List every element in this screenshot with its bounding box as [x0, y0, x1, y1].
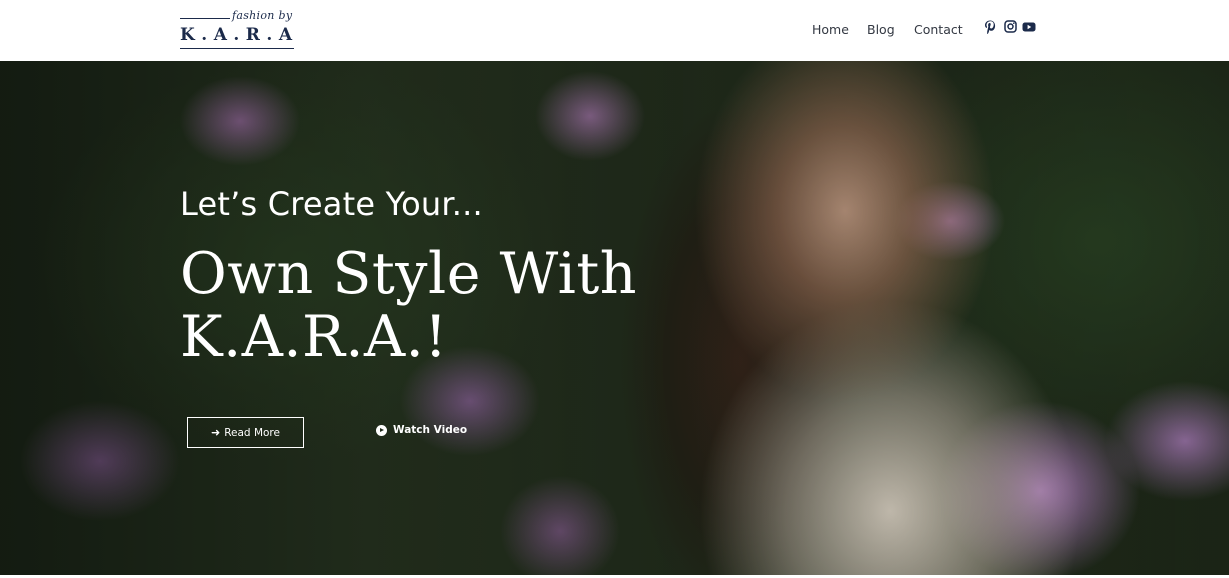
- read-more-button[interactable]: ➜ Read More: [187, 417, 304, 448]
- pinterest-icon[interactable]: [984, 20, 998, 35]
- watch-video-button[interactable]: Watch Video: [376, 424, 467, 436]
- logo-wordmark: K.A.R.A: [180, 25, 299, 45]
- logo-underline: [180, 48, 294, 49]
- arrow-right-icon: ➜: [211, 426, 221, 439]
- hero-title: Own Style With K.A.R.A.!: [180, 241, 638, 370]
- watch-video-label: Watch Video: [393, 424, 468, 436]
- nav-link-blog[interactable]: Blog: [867, 22, 895, 37]
- logo-divider: [180, 18, 230, 19]
- brand-logo[interactable]: fashion by K.A.R.A: [180, 9, 296, 51]
- nav-link-contact[interactable]: Contact: [914, 22, 963, 37]
- site-header: fashion by K.A.R.A Home Blog Contact: [0, 0, 1229, 61]
- play-icon: [376, 424, 387, 436]
- hero-banner: Let’s Create Your... Own Style With K.A.…: [0, 61, 1229, 575]
- read-more-label: Read More: [224, 426, 280, 439]
- logo-script-text: fashion by: [232, 9, 293, 22]
- hero-subtitle: Let’s Create Your...: [180, 185, 483, 223]
- instagram-icon[interactable]: [1004, 20, 1018, 34]
- nav-link-home[interactable]: Home: [812, 22, 849, 37]
- youtube-icon[interactable]: [1022, 20, 1036, 34]
